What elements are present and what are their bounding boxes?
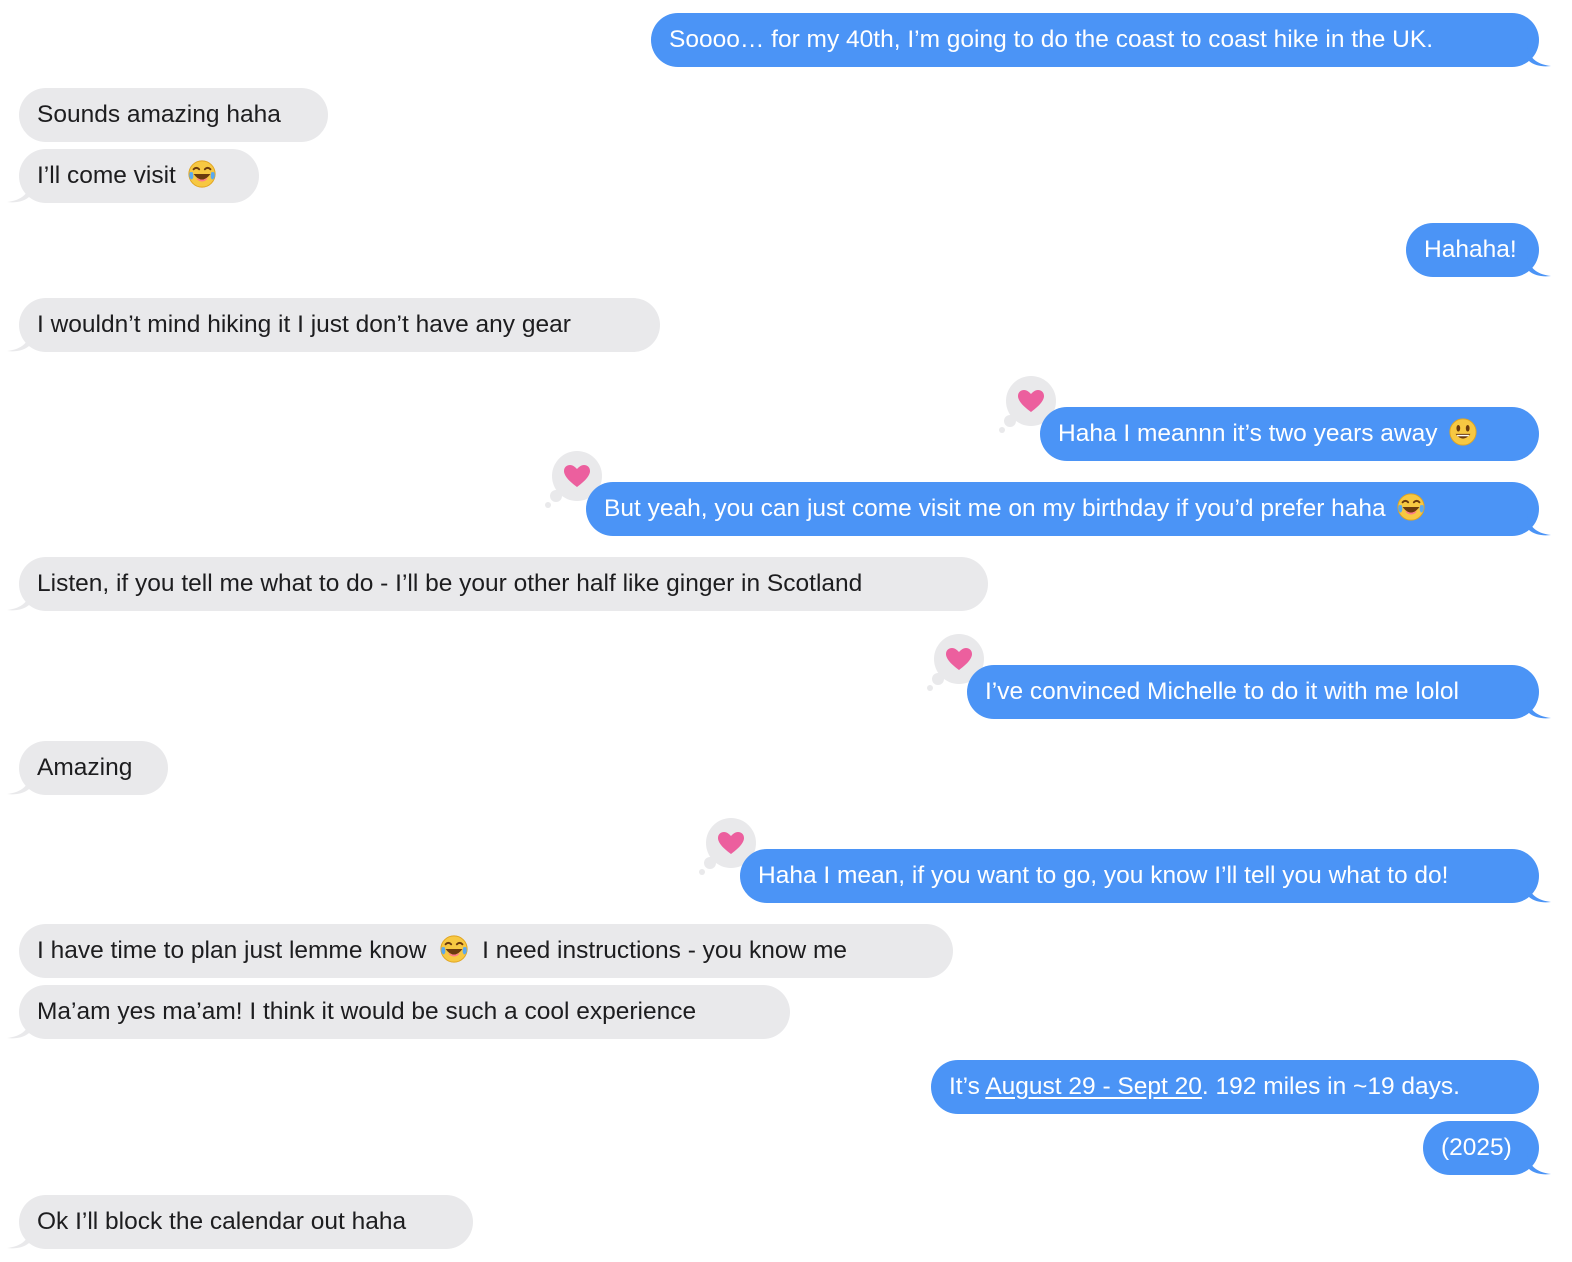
bubble-tail	[1527, 255, 1551, 277]
date-link[interactable]: August 29 - Sept 20	[985, 1073, 1202, 1100]
outgoing-message-bubble[interactable]: I’ve convinced Michelle to do it with me…	[967, 665, 1539, 719]
message-text: Amazing	[37, 754, 133, 781]
message-text: It’s	[949, 1073, 986, 1100]
smiley-emoji	[1448, 417, 1478, 447]
tears-of-joy-emoji	[187, 159, 217, 189]
message-text: I’ll come visit	[37, 162, 176, 189]
message-text: Haha I meannn it’s two years away	[1058, 420, 1438, 447]
bubble-tail	[7, 773, 31, 795]
message-text: I have time to plan just lemme know	[37, 937, 427, 964]
message-text: But yeah, you can just come visit me on …	[604, 495, 1386, 522]
incoming-message-bubble[interactable]: Ok I’ll block the calendar out haha	[19, 1195, 473, 1249]
message-text: Haha I mean, if you want to go, you know…	[758, 862, 1449, 889]
message-thread: Soooo… for my 40th, I’m going to do the …	[0, 0, 1572, 1262]
tears-of-joy-emoji	[1396, 492, 1426, 522]
incoming-message-bubble[interactable]: Listen, if you tell me what to do - I’ll…	[19, 557, 988, 611]
outgoing-message-bubble[interactable]: Soooo… for my 40th, I’m going to do the …	[651, 13, 1539, 67]
message-text: I need instructions - you know me	[482, 937, 848, 964]
outgoing-message-bubble[interactable]: Haha I mean, if you want to go, you know…	[740, 849, 1539, 903]
outgoing-message-bubble[interactable]: It’s August 29 - Sept 20. 192 miles in ~…	[931, 1060, 1539, 1114]
bubble-tail	[1527, 45, 1551, 67]
outgoing-message-bubble[interactable]: But yeah, you can just come visit me on …	[586, 482, 1539, 536]
tears-of-joy-emoji	[439, 934, 469, 964]
message-text: Ma’am yes ma’am! I think it would be suc…	[37, 998, 697, 1025]
incoming-message-bubble[interactable]: Amazing	[19, 741, 168, 795]
incoming-message-bubble[interactable]: I wouldn’t mind hiking it I just don’t h…	[19, 298, 660, 352]
message-text: . 192 miles in ~19 days.	[1201, 1073, 1460, 1100]
message-text: Listen, if you tell me what to do - I’ll…	[37, 570, 863, 597]
bubble-tail	[1527, 1153, 1551, 1175]
bubble-tail	[7, 589, 31, 611]
message-text: Hahaha!	[1424, 236, 1517, 263]
message-text: Sounds amazing haha	[37, 101, 281, 128]
bubble-tail	[7, 1017, 31, 1039]
incoming-message-bubble[interactable]: Sounds amazing haha	[19, 88, 328, 142]
bubble-tail	[1527, 514, 1551, 536]
message-text: (2025)	[1441, 1134, 1512, 1161]
bubble-tail	[7, 1227, 31, 1249]
incoming-message-bubble[interactable]: I’ll come visit	[19, 149, 259, 203]
bubble-tail	[7, 181, 31, 203]
message-text: Ok I’ll block the calendar out haha	[37, 1208, 407, 1235]
message-text: Soooo… for my 40th, I’m going to do the …	[669, 26, 1433, 53]
message-text: I wouldn’t mind hiking it I just don’t h…	[37, 311, 571, 338]
message-text: I’ve convinced Michelle to do it with me…	[985, 678, 1459, 705]
incoming-message-bubble[interactable]: Ma’am yes ma’am! I think it would be suc…	[19, 985, 790, 1039]
outgoing-message-bubble[interactable]: Haha I meannn it’s two years away	[1040, 407, 1539, 461]
incoming-message-bubble[interactable]: I have time to plan just lemme know I ne…	[19, 924, 953, 978]
bubble-tail	[1527, 881, 1551, 903]
outgoing-message-bubble[interactable]: Hahaha!	[1406, 223, 1539, 277]
bubble-tail	[1527, 697, 1551, 719]
bubble-tail	[7, 330, 31, 352]
outgoing-message-bubble[interactable]: (2025)	[1423, 1121, 1539, 1175]
